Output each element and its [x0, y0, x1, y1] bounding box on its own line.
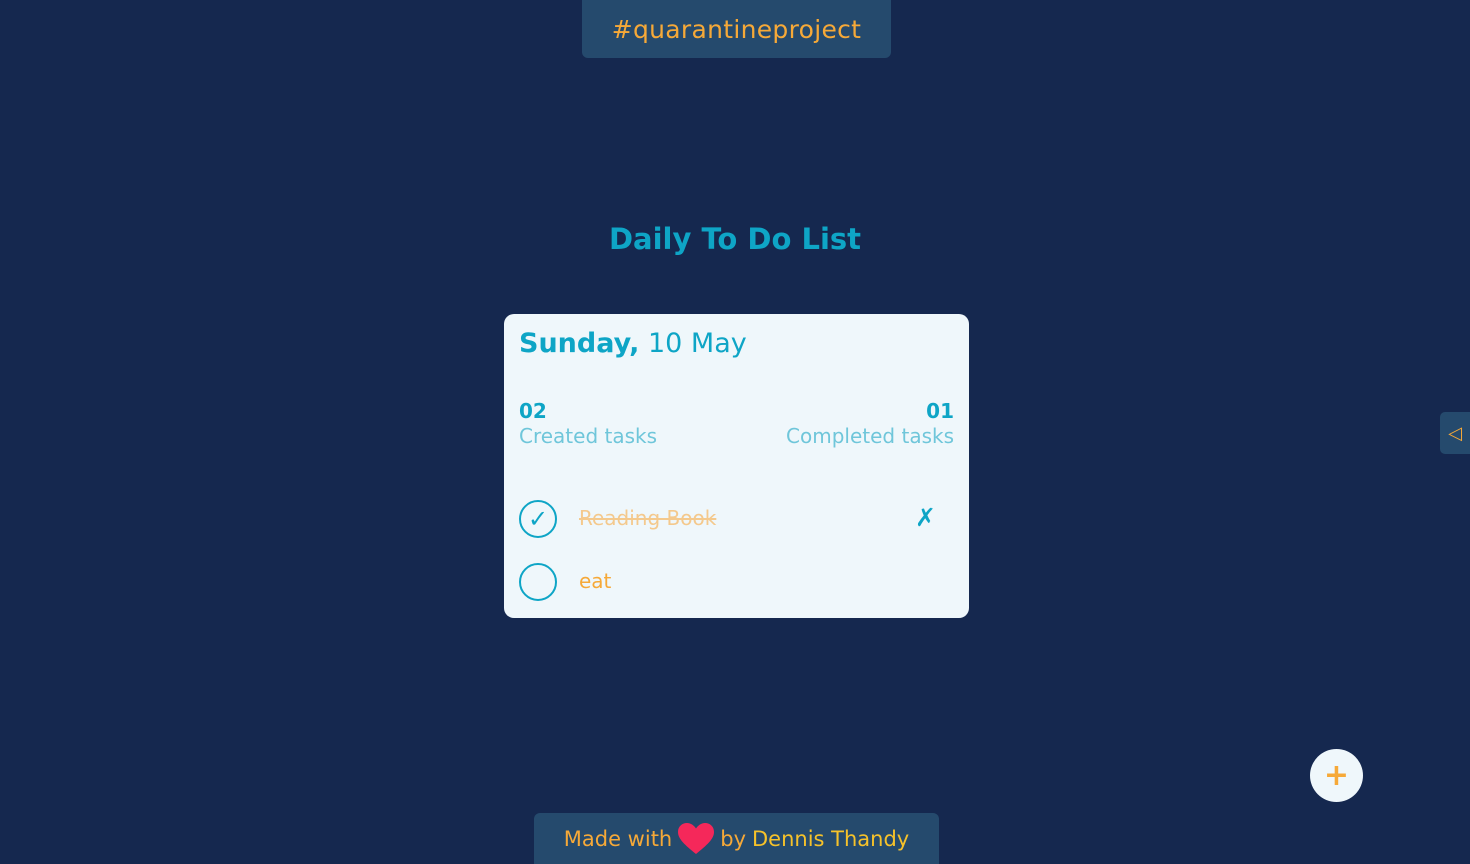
task-item: eat — [519, 563, 954, 603]
side-panel-toggle[interactable]: ◁ — [1440, 412, 1470, 454]
task-checkbox[interactable] — [519, 563, 557, 601]
day-name: Sunday, — [519, 328, 640, 359]
page-title: Daily To Do List — [608, 222, 862, 256]
author-name[interactable]: Dennis Thandy — [752, 827, 909, 851]
todo-card: Sunday, 10 May 02 Created tasks 01 Compl… — [504, 314, 969, 618]
project-tag-label: #quarantineproject — [611, 14, 862, 44]
task-name: Reading Book — [579, 506, 717, 530]
project-tag: #quarantineproject — [582, 0, 891, 58]
checkmark-icon: ✓ — [527, 505, 549, 533]
footer-by: by — [720, 826, 746, 851]
footer-credit: Made with by Dennis Thandy — [534, 813, 939, 864]
completed-tasks-stat: 01 Completed tasks — [786, 400, 954, 449]
add-task-button[interactable]: + — [1310, 749, 1363, 802]
app-page: #quarantineproject Daily To Do List Sund… — [0, 0, 1470, 864]
created-tasks-count: 02 — [519, 399, 547, 423]
created-tasks-stat: 02 Created tasks — [519, 400, 657, 449]
created-tasks-label: Created tasks — [519, 424, 658, 448]
plus-icon: + — [1323, 758, 1350, 793]
completed-tasks-count: 01 — [926, 399, 954, 423]
date-text: 10 May — [647, 328, 747, 359]
footer-made-with: Made with — [563, 826, 673, 851]
delete-task-icon[interactable]: ✗ — [915, 503, 936, 532]
heart-icon — [678, 822, 715, 854]
task-name: eat — [579, 569, 612, 593]
task-checkbox-checked[interactable]: ✓ — [519, 500, 557, 538]
completed-tasks-label: Completed tasks — [786, 424, 954, 448]
triangle-left-icon: ◁ — [1448, 422, 1462, 444]
task-item: ✓ Reading Book ✗ — [519, 500, 954, 540]
date-heading: Sunday, 10 May — [519, 328, 747, 359]
